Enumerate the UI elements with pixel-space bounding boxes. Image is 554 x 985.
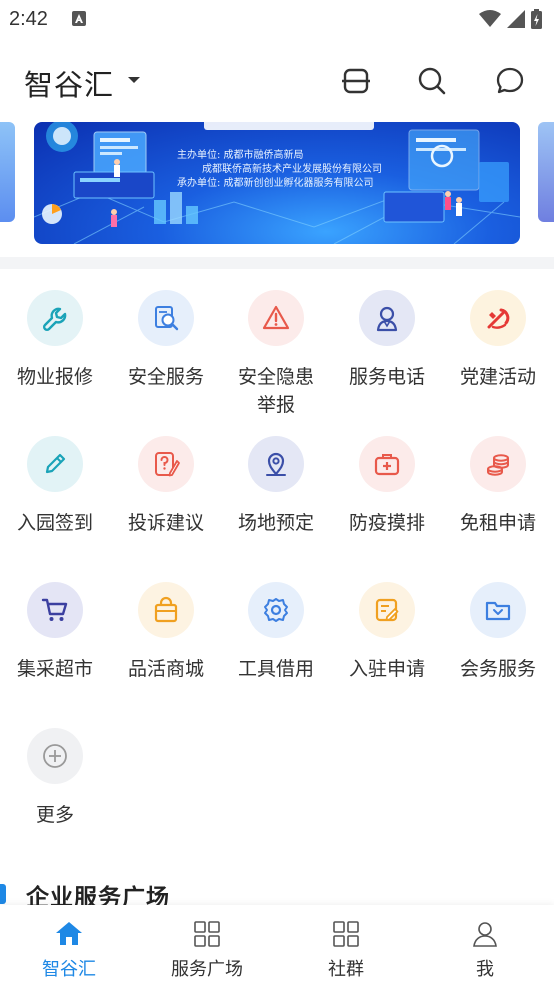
medical-kit-icon [359,436,415,492]
scan-icon[interactable] [341,66,371,96]
community-grid-icon [333,921,359,947]
battery-icon [531,9,542,29]
form-edit-icon [359,582,415,638]
search-document-icon [138,290,194,346]
wifi-icon [479,10,501,27]
bottom-navigation: 智谷汇 服务广场 社群 我 [0,905,554,985]
shopping-bag-icon [138,582,194,638]
feedback-icon [138,436,194,492]
location-icon [248,436,304,492]
banner-organizer-line: 承办单位: 成都新创创业孵化器服务有限公司 [177,178,374,189]
nav-label: 服务广场 [171,959,243,980]
service-label: 品活商城 [127,658,204,680]
banner-co-host-line: 成都联侨高新技术产业发展股份有限公司 [202,164,382,175]
service-label: 场地预定 [237,512,314,534]
service-label: 服务电话 [348,366,425,388]
service-label: 入驻申请 [348,658,425,680]
cart-icon [27,582,83,638]
section-accent-bar [0,884,6,904]
plus-circle-icon [27,728,83,784]
nav-label: 智谷汇 [42,959,96,980]
nav-item-home[interactable]: 智谷汇 [0,905,138,985]
warning-icon [248,290,304,346]
service-label: 物业报修 [16,366,93,388]
service-label: 防疫摸排 [348,512,425,534]
user-icon [473,922,497,947]
service-label: 集采超市 [16,658,93,680]
nav-label: 社群 [328,959,364,980]
party-emblem-icon [470,290,526,346]
banner-host-line: 主办单位: 成都市融侨高新局 [177,150,304,161]
service-label: 免租申请 [459,512,536,534]
service-label: 投诉建议 [127,512,204,534]
nav-item-me[interactable]: 我 [416,905,554,985]
notification-app-icon [72,11,86,26]
pencil-icon [27,436,83,492]
banner-next-slide[interactable] [538,122,554,222]
wrench-icon [27,290,83,346]
nav-item-service-plaza[interactable]: 服务广场 [138,905,276,985]
service-label: 入园签到 [16,512,93,534]
app-title[interactable]: 智谷汇 [24,62,114,104]
status-bar: 2:42 [0,0,554,40]
banner-prev-slide[interactable] [0,122,15,222]
signal-icon [507,10,525,28]
section-divider [0,257,554,269]
gear-icon [248,582,304,638]
status-indicators [479,9,542,29]
service-label: 安全服务 [127,366,204,388]
customer-service-icon [359,290,415,346]
service-label: 工具借用 [237,658,314,680]
app-header: 智谷汇 [0,52,554,110]
banner-slide[interactable]: 主办单位: 成都市融侨高新局 成都联侨高新技术产业发展股份有限公司 承办单位: … [34,122,520,244]
nav-item-community[interactable]: 社群 [277,905,415,985]
service-label: 更多 [35,804,74,826]
search-icon[interactable] [417,66,447,96]
home-icon [56,922,82,945]
status-time: 2:42 [9,8,48,30]
nav-label: 我 [476,959,494,980]
service-label: 党建活动 [459,366,536,388]
banner-carousel[interactable]: 主办单位: 成都市融侨高新局 成都联侨高新技术产业发展股份有限公司 承办单位: … [0,122,554,248]
folder-icon [470,582,526,638]
coins-icon [470,436,526,492]
service-label: 会务服务 [459,658,536,680]
caret-down-icon[interactable] [128,77,140,83]
message-icon[interactable] [495,66,525,96]
service-label: 安全隐患 举报 [237,366,314,416]
grid-icon [194,921,220,947]
